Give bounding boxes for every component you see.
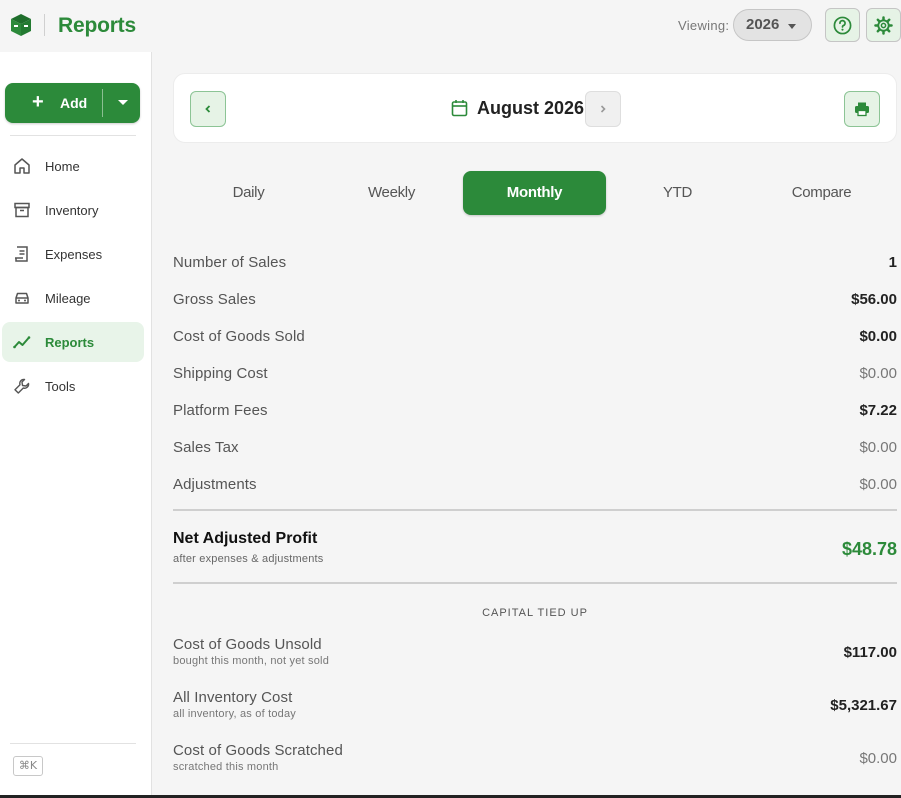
viewing-label: Viewing: xyxy=(678,18,730,33)
tab-monthly[interactable]: Monthly xyxy=(463,171,606,215)
row-value: $5,321.67 xyxy=(830,697,897,714)
current-period-label: August 2026 xyxy=(477,98,585,118)
sidebar-divider xyxy=(10,135,136,136)
logo-divider xyxy=(44,14,45,36)
add-button[interactable]: + Add xyxy=(5,83,140,123)
sidebar-item-label: Tools xyxy=(45,379,76,394)
add-dropdown-chevron-icon[interactable] xyxy=(118,100,128,105)
page-title: Reports xyxy=(58,14,136,37)
home-icon xyxy=(14,158,30,174)
row-value: $0.00 xyxy=(859,476,897,493)
gear-icon xyxy=(874,15,893,35)
net-profit-label: Net Adjusted Profit xyxy=(173,530,318,547)
row-label: Platform Fees xyxy=(173,402,268,419)
tab-weekly[interactable]: Weekly xyxy=(320,171,463,215)
sidebar-item-home[interactable]: Home xyxy=(2,146,144,186)
sidebar-item-inventory[interactable]: Inventory xyxy=(2,190,144,230)
row-label: Adjustments xyxy=(173,476,257,493)
row-sublabel: bought this month, not yet sold xyxy=(173,655,330,667)
row-value: $0.00 xyxy=(859,328,897,345)
calendar-icon xyxy=(451,100,468,117)
receipt-icon xyxy=(15,246,28,262)
sidebar-item-mileage[interactable]: Mileage xyxy=(2,278,144,318)
trend-line-icon xyxy=(13,336,31,349)
row-label: Cost of Goods Scratched xyxy=(173,742,343,759)
sidebar-item-label: Home xyxy=(45,159,80,174)
sidebar-divider xyxy=(10,743,136,744)
command-palette-shortcut[interactable]: ⌘K xyxy=(13,756,43,776)
print-button[interactable] xyxy=(844,91,880,127)
divider xyxy=(173,582,897,584)
divider xyxy=(173,509,897,511)
add-button-label: Add xyxy=(60,95,88,111)
row-label: Cost of Goods Sold xyxy=(173,328,305,345)
next-period-button[interactable] xyxy=(585,91,621,127)
row-sublabel: scratched this month xyxy=(173,761,279,773)
archive-box-icon xyxy=(14,202,30,218)
row-label: Cost of Goods Unsold xyxy=(173,636,322,653)
chevron-down-icon xyxy=(788,24,796,29)
sidebar-item-expenses[interactable]: Expenses xyxy=(2,234,144,274)
row-value: 1 xyxy=(888,254,897,271)
chevron-right-icon xyxy=(600,105,606,113)
wrench-icon xyxy=(14,378,30,394)
net-profit-sublabel: after expenses & adjustments xyxy=(173,553,324,565)
settings-button[interactable] xyxy=(866,8,901,42)
app-logo-icon[interactable] xyxy=(10,13,32,37)
period-navigator: August 2026 xyxy=(173,73,897,143)
row-value: $0.00 xyxy=(859,439,897,456)
year-select-value: 2026 xyxy=(746,16,780,33)
main-content: August 2026 Daily Weekly Monthly YTD Com… xyxy=(153,52,901,798)
row-label: Gross Sales xyxy=(173,291,256,308)
tab-compare[interactable]: Compare xyxy=(750,171,893,215)
row-value: $0.00 xyxy=(859,750,897,767)
row-sublabel: all inventory, as of today xyxy=(173,708,297,720)
tab-daily[interactable]: Daily xyxy=(177,171,320,215)
row-label: Sales Tax xyxy=(173,439,239,456)
chevron-left-icon xyxy=(205,105,211,113)
help-button[interactable] xyxy=(825,8,860,42)
top-bar: Reports Viewing: 2026 xyxy=(0,0,901,52)
year-select[interactable]: 2026 xyxy=(733,9,812,41)
printer-icon xyxy=(855,102,869,117)
net-profit-value: $48.78 xyxy=(841,539,897,559)
row-value: $0.00 xyxy=(859,365,897,382)
help-circle-icon xyxy=(833,16,852,34)
row-label: Number of Sales xyxy=(173,254,287,271)
row-value: $56.00 xyxy=(851,291,897,308)
row-label: All Inventory Cost xyxy=(173,689,293,706)
car-icon xyxy=(15,292,29,304)
capital-section-title: CAPITAL TIED UP xyxy=(482,607,588,619)
sidebar-item-label: Reports xyxy=(45,335,95,350)
row-value: $7.22 xyxy=(859,402,897,419)
row-label: Shipping Cost xyxy=(173,365,268,382)
sidebar: + Add Home Inventory Expenses Mileage Re… xyxy=(0,52,152,798)
add-button-divider xyxy=(102,89,103,117)
sidebar-item-reports[interactable]: Reports xyxy=(2,322,144,362)
row-value: $117.00 xyxy=(843,644,897,661)
sidebar-item-label: Mileage xyxy=(45,291,91,306)
sidebar-item-tools[interactable]: Tools xyxy=(2,366,144,406)
tab-ytd[interactable]: YTD xyxy=(606,171,749,215)
plus-icon: + xyxy=(32,91,44,113)
previous-period-button[interactable] xyxy=(190,91,226,127)
sidebar-item-label: Inventory xyxy=(45,203,99,218)
sidebar-item-label: Expenses xyxy=(45,247,103,262)
